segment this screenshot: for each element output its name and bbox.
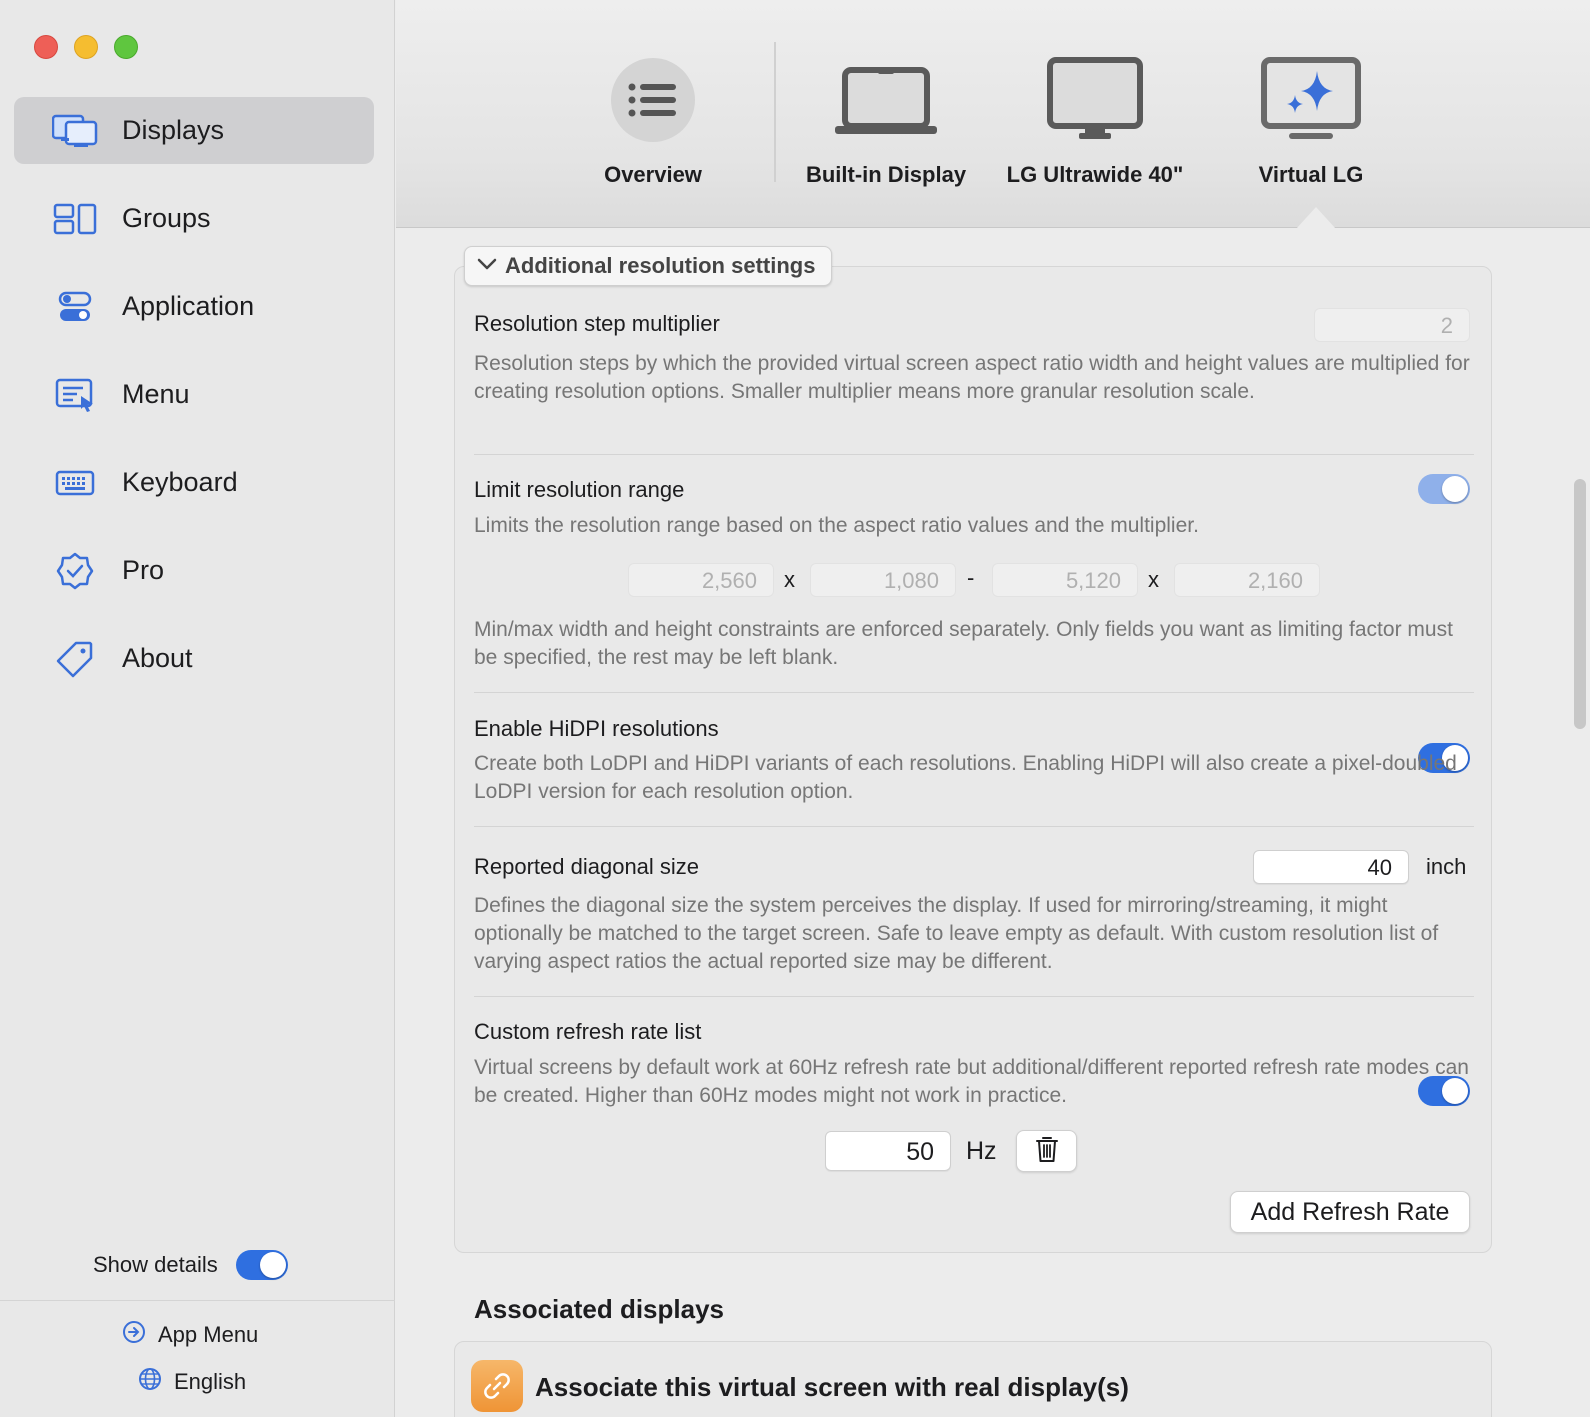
- refresh-rate-title: Custom refresh rate list: [474, 1019, 702, 1044]
- step-multiplier-description: Resolution steps by which the provided v…: [474, 352, 1470, 403]
- tab-overview[interactable]: Overview: [598, 50, 708, 188]
- menu-icon: [52, 375, 98, 415]
- monitor-icon: [1045, 50, 1145, 150]
- app-menu-link[interactable]: App Menu: [122, 1320, 258, 1350]
- max-height-field[interactable]: 2,160: [1174, 563, 1320, 597]
- settings-content: Additional resolution settings Resolutio…: [396, 229, 1590, 1417]
- limit-range-description: Limits the resolution range based on the…: [474, 514, 1199, 537]
- keyboard-icon: [52, 463, 98, 503]
- show-details-control: Show details: [93, 1250, 288, 1280]
- sidebar-item-label: Groups: [122, 203, 211, 233]
- max-width-field[interactable]: 5,120: [992, 563, 1138, 597]
- groups-icon: [52, 199, 98, 239]
- hidpi-description: Create both LoDPI and HiDPI variants of …: [474, 752, 1457, 803]
- diagonal-size-field[interactable]: 40: [1253, 850, 1409, 884]
- content-scrollbar[interactable]: [1570, 229, 1590, 1417]
- sidebar-item-application[interactable]: Application: [14, 273, 374, 340]
- step-multiplier-field[interactable]: 2: [1314, 308, 1470, 342]
- row-divider: [474, 454, 1474, 455]
- display-toolbar: Overview Built-in Display LG Ultrawide 4…: [396, 0, 1590, 229]
- show-details-toggle[interactable]: [235, 1250, 288, 1280]
- sidebar-item-groups[interactable]: Groups: [14, 185, 374, 252]
- sidebar-item-pro[interactable]: Pro: [14, 537, 374, 604]
- sidebar-nav: Displays Groups Application Menu Keyboar…: [14, 97, 374, 713]
- step-multiplier-title: Resolution step multiplier: [474, 311, 720, 336]
- diagonal-size-description: Defines the diagonal size the system per…: [474, 894, 1439, 973]
- limit-range-toggle[interactable]: [1418, 474, 1470, 504]
- sidebar-divider: [0, 1300, 395, 1301]
- add-refresh-rate-button[interactable]: Add Refresh Rate: [1230, 1191, 1470, 1233]
- language-label: English: [174, 1369, 247, 1394]
- tab-label: Overview: [604, 162, 702, 187]
- min-width-field[interactable]: 2,560: [628, 563, 774, 597]
- associated-displays-title: Associated displays: [474, 1294, 724, 1324]
- trash-icon: [1035, 1135, 1059, 1168]
- add-refresh-rate-label: Add Refresh Rate: [1250, 1197, 1450, 1226]
- show-details-label: Show details: [93, 1252, 218, 1277]
- sidebar: Displays Groups Application Menu Keyboar…: [0, 0, 395, 1417]
- sidebar-item-displays[interactable]: Displays: [14, 97, 374, 164]
- application-icon: [52, 287, 98, 327]
- list-icon: [610, 50, 696, 150]
- chevron-down-icon: [477, 257, 497, 276]
- language-link[interactable]: English: [138, 1367, 246, 1397]
- sidebar-item-label: Pro: [122, 555, 165, 585]
- tab-label: LG Ultrawide 40": [1006, 162, 1184, 187]
- arrow-circle-icon: [122, 1320, 146, 1350]
- app-menu-label: App Menu: [158, 1322, 259, 1347]
- selected-tab-pointer: [1296, 207, 1336, 229]
- hidpi-title: Enable HiDPI resolutions: [474, 716, 719, 741]
- tab-label: Virtual LG: [1258, 162, 1364, 187]
- tab-built-in-display[interactable]: Built-in Display: [796, 50, 976, 188]
- refresh-rate-description: Virtual screens by default work at 60Hz …: [474, 1056, 1469, 1107]
- pro-badge-icon: [52, 551, 98, 591]
- sidebar-item-label: Displays: [122, 115, 225, 145]
- sidebar-item-label: Application: [122, 291, 255, 321]
- row-divider: [474, 826, 1474, 827]
- sidebar-item-label: Keyboard: [122, 467, 238, 497]
- sidebar-item-label: Menu: [122, 379, 190, 409]
- delete-refresh-rate-button[interactable]: [1016, 1130, 1077, 1172]
- laptop-icon: [831, 50, 941, 150]
- refresh-rate-unit: Hz: [966, 1137, 997, 1165]
- tag-icon: [52, 639, 98, 679]
- tab-virtual-lg[interactable]: Virtual LG: [1251, 50, 1371, 188]
- globe-icon: [138, 1367, 162, 1397]
- disclosure-label: Additional resolution settings: [505, 253, 816, 278]
- associate-display-card[interactable]: Associate this virtual screen with real …: [454, 1341, 1492, 1417]
- scrollbar-thumb[interactable]: [1574, 479, 1586, 729]
- x-separator: x: [1148, 567, 1159, 592]
- sidebar-item-label: About: [122, 643, 193, 673]
- x-separator: x: [784, 567, 795, 592]
- associate-card-title: Associate this virtual screen with real …: [535, 1372, 1129, 1402]
- displays-icon: [52, 111, 98, 151]
- close-window-button[interactable]: [34, 35, 58, 59]
- row-divider: [474, 692, 1474, 693]
- additional-resolution-disclosure[interactable]: Additional resolution settings: [464, 246, 833, 286]
- limit-range-title: Limit resolution range: [474, 477, 685, 502]
- diagonal-unit-label: inch: [1426, 854, 1467, 879]
- toolbar-separator: [774, 42, 776, 182]
- tab-lg-ultrawide[interactable]: LG Ultrawide 40": [1000, 50, 1190, 188]
- row-divider: [474, 996, 1474, 997]
- diagonal-size-title: Reported diagonal size: [474, 854, 700, 879]
- sidebar-item-menu[interactable]: Menu: [14, 361, 374, 428]
- tab-label: Built-in Display: [805, 162, 967, 187]
- limit-range-note: Min/max width and height constraints are…: [474, 618, 1453, 669]
- minimize-window-button[interactable]: [74, 35, 98, 59]
- link-icon: [471, 1360, 523, 1412]
- virtual-monitor-icon: [1259, 50, 1363, 150]
- min-height-field[interactable]: 1,080: [810, 563, 956, 597]
- range-separator: -: [967, 565, 975, 590]
- refresh-rate-field[interactable]: 50: [825, 1131, 951, 1171]
- sidebar-item-about[interactable]: About: [14, 625, 374, 692]
- window-controls: [34, 35, 138, 59]
- zoom-window-button[interactable]: [114, 35, 138, 59]
- sidebar-item-keyboard[interactable]: Keyboard: [14, 449, 374, 516]
